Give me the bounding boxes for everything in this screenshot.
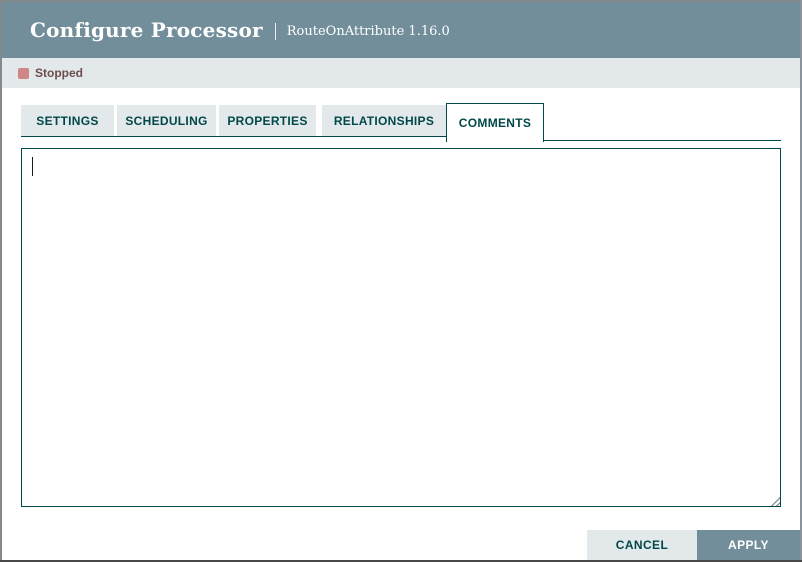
dialog-header: Configure Processor RouteOnAttribute 1.1… [2, 2, 800, 58]
tab-comments[interactable]: COMMENTS [446, 103, 544, 142]
title-separator [274, 22, 276, 40]
tab-properties[interactable]: PROPERTIES [219, 105, 316, 136]
cancel-button-label: CANCEL [615, 538, 669, 552]
tab-relationships-label: RELATIONSHIPS [333, 113, 435, 128]
processor-type-version: RouteOnAttribute 1.16.0 [286, 24, 450, 39]
status-bar: Stopped [2, 58, 800, 88]
configure-processor-dialog: Configure Processor RouteOnAttribute 1.1… [0, 0, 802, 562]
tab-settings[interactable]: SETTINGS [21, 105, 114, 136]
tab-rule-right [544, 140, 781, 141]
tab-scheduling-label: SCHEDULING [125, 113, 208, 128]
tab-settings-label: SETTINGS [36, 113, 99, 128]
stop-square-icon [18, 67, 29, 79]
dialog-title: Configure Processor [30, 18, 263, 42]
apply-button-label: APPLY [728, 538, 769, 552]
cancel-button[interactable]: CANCEL [587, 530, 697, 560]
tab-rule-left [21, 136, 446, 137]
apply-button[interactable]: APPLY [697, 530, 800, 560]
status-label: Stopped [35, 66, 83, 80]
tab-relationships[interactable]: RELATIONSHIPS [322, 105, 446, 136]
tab-properties-label: PROPERTIES [227, 113, 308, 128]
tab-scheduling[interactable]: SCHEDULING [117, 105, 216, 136]
comments-textarea[interactable] [21, 148, 781, 507]
tab-comments-label: COMMENTS [458, 116, 532, 130]
